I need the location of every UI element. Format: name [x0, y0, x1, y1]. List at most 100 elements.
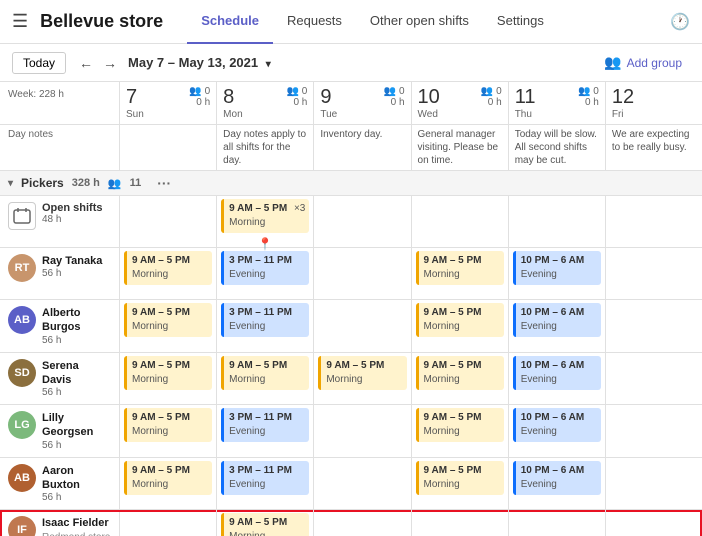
shift-block[interactable]: 3 PM – 11 PMEvening — [221, 303, 309, 337]
group-more-options[interactable]: ··· — [157, 175, 171, 191]
shift-cell-p5-d1[interactable]: 9 AM – 5 PMMorning — [217, 510, 314, 536]
shift-block[interactable]: 9 AM – 5 PMMorning — [124, 303, 212, 337]
shift-cell-p4-d0[interactable]: 9 AM – 5 PMMorning — [120, 458, 217, 510]
open-shift-cell-4[interactable] — [509, 196, 606, 247]
shift-cell-p4-d5[interactable] — [606, 458, 702, 510]
shift-cell-p3-d3[interactable]: 9 AM – 5 PMMorning — [412, 405, 509, 457]
day-number-9: 9 — [320, 86, 337, 109]
shift-cell-p2-d3[interactable]: 9 AM – 5 PMMorning — [412, 353, 509, 405]
shift-cell-p3-d0[interactable]: 9 AM – 5 PMMorning — [120, 405, 217, 457]
day-number-8: 8 — [223, 86, 242, 109]
person-name: Isaac Fielder — [42, 516, 110, 530]
shift-cell-p1-d1[interactable]: 3 PM – 11 PMEvening — [217, 300, 314, 352]
shift-cell-p5-d0[interactable] — [120, 510, 217, 536]
tab-requests[interactable]: Requests — [273, 0, 356, 44]
person-hours: 56 h — [42, 335, 111, 346]
shift-cell-p1-d0[interactable]: 9 AM – 5 PMMorning — [120, 300, 217, 352]
shift-cell-p1-d2[interactable] — [314, 300, 411, 352]
shift-block[interactable]: 9 AM – 5 PMMorning — [416, 356, 504, 390]
shift-cell-p5-d2[interactable] — [314, 510, 411, 536]
shift-cell-p0-d1[interactable]: 3 PM – 11 PMEvening — [217, 248, 314, 299]
shift-cell-p4-d1[interactable]: 3 PM – 11 PMEvening — [217, 458, 314, 510]
date-range[interactable]: May 7 – May 13, 2021 ▾ — [128, 55, 271, 70]
shift-block[interactable]: 10 PM – 6 AMEvening — [513, 356, 601, 390]
open-shift-cell-5[interactable] — [606, 196, 702, 247]
shift-cell-p4-d4[interactable]: 10 PM – 6 AMEvening — [509, 458, 606, 510]
shift-block[interactable]: 10 PM – 6 AMEvening — [513, 251, 601, 285]
open-shift-cell-2[interactable] — [314, 196, 411, 247]
avatar: IF — [8, 516, 36, 536]
shift-block[interactable]: 9 AM – 5 PMMorning — [124, 461, 212, 495]
shift-cell-p5-d4[interactable] — [509, 510, 606, 536]
shift-block[interactable]: 9 AM – 5 PMMorning — [416, 408, 504, 442]
day-col-8: 8 Mon 👥 0 0 h — [217, 82, 314, 124]
shift-cell-p5-d5[interactable] — [606, 510, 702, 536]
open-shift-cell-3[interactable] — [412, 196, 509, 247]
shift-cell-p1-d3[interactable]: 9 AM – 5 PMMorning — [412, 300, 509, 352]
hamburger-icon[interactable]: ☰ — [12, 11, 28, 32]
shift-block[interactable]: 9 AM – 5 PMMorning — [124, 408, 212, 442]
person-row-3: LGLilly Georgsen56 h9 AM – 5 PMMorning3 … — [0, 405, 702, 458]
shift-cell-p3-d4[interactable]: 10 PM – 6 AMEvening — [509, 405, 606, 457]
shift-block[interactable]: 3 PM – 11 PMEvening — [221, 408, 309, 442]
shift-time: 9 AM – 5 PM — [424, 411, 499, 425]
shift-block[interactable]: 10 PM – 6 AMEvening — [513, 408, 601, 442]
shift-cell-p4-d3[interactable]: 9 AM – 5 PMMorning — [412, 458, 509, 510]
shift-block[interactable]: 9 AM – 5 PMMorning — [416, 303, 504, 337]
shift-cell-p2-d4[interactable]: 10 PM – 6 AMEvening — [509, 353, 606, 405]
shift-block[interactable]: 9 AM – 5 PMMorning — [221, 356, 309, 390]
shift-cell-p4-d2[interactable] — [314, 458, 411, 510]
shift-cell-p0-d0[interactable]: 9 AM – 5 PMMorning — [120, 248, 217, 299]
shift-cell-p3-d1[interactable]: 3 PM – 11 PMEvening — [217, 405, 314, 457]
shift-time: 3 PM – 11 PM — [229, 254, 304, 268]
shift-block[interactable]: 9 AM – 5 PMMorning — [221, 513, 309, 536]
shift-time: 9 AM – 5 PM — [424, 254, 499, 268]
today-button[interactable]: Today — [12, 52, 66, 74]
tab-other-open-shifts[interactable]: Other open shifts — [356, 0, 483, 44]
shift-block[interactable]: 9 AM – 5 PMMorning — [124, 356, 212, 390]
shift-cell-p1-d4[interactable]: 10 PM – 6 AMEvening — [509, 300, 606, 352]
shift-cell-p3-d2[interactable] — [314, 405, 411, 457]
notes-cell-10: General manager visiting. Please be on t… — [412, 125, 509, 170]
add-group-button[interactable]: 👥 Add group — [596, 50, 690, 75]
notes-cell-12: We are expecting to be really busy. — [606, 125, 702, 170]
tab-settings[interactable]: Settings — [483, 0, 558, 44]
shift-cell-p5-d3[interactable] — [412, 510, 509, 536]
open-shift-count: ×3 — [294, 202, 305, 216]
day-name-8: Mon — [223, 109, 242, 120]
shift-cell-p1-d5[interactable] — [606, 300, 702, 352]
shift-cell-p2-d0[interactable]: 9 AM – 5 PMMorning — [120, 353, 217, 405]
clock-icon[interactable]: 🕐 — [670, 12, 690, 32]
shift-label: Morning — [326, 373, 401, 387]
shift-block[interactable]: 9 AM – 5 PMMorning — [416, 461, 504, 495]
day-number-7: 7 — [126, 86, 144, 109]
open-shift-cell-1[interactable]: ×3 9 AM – 5 PM Morning 📍 — [217, 196, 314, 247]
shift-cell-p0-d3[interactable]: 9 AM – 5 PMMorning — [412, 248, 509, 299]
shift-cell-p0-d5[interactable] — [606, 248, 702, 299]
open-shift-block-1[interactable]: ×3 9 AM – 5 PM Morning — [221, 199, 309, 233]
shift-block[interactable]: 3 PM – 11 PMEvening — [221, 251, 309, 285]
day-meta-7: 👥 0 0 h — [189, 86, 210, 108]
shift-block[interactable]: 9 AM – 5 PMMorning — [318, 356, 406, 390]
shift-cell-p2-d1[interactable]: 9 AM – 5 PMMorning — [217, 353, 314, 405]
shift-block[interactable]: 10 PM – 6 AMEvening — [513, 303, 601, 337]
prev-week-button[interactable]: ← — [74, 53, 98, 73]
shift-cell-p0-d2[interactable] — [314, 248, 411, 299]
day-col-12: 12 Fri — [606, 82, 702, 124]
expand-icon[interactable]: ▾ — [8, 178, 13, 189]
shift-block[interactable]: 10 PM – 6 AMEvening — [513, 461, 601, 495]
shift-cell-p2-d2[interactable]: 9 AM – 5 PMMorning — [314, 353, 411, 405]
shift-cell-p2-d5[interactable] — [606, 353, 702, 405]
next-week-button[interactable]: → — [98, 53, 122, 73]
person-row-5: IFIsaac FielderRedmond store8 h9 AM – 5 … — [0, 510, 702, 536]
tab-schedule[interactable]: Schedule — [187, 0, 273, 44]
shift-block[interactable]: 9 AM – 5 PMMorning — [416, 251, 504, 285]
shift-block[interactable]: 9 AM – 5 PMMorning — [124, 251, 212, 285]
open-shift-cell-0[interactable] — [120, 196, 217, 247]
shift-label: Morning — [132, 373, 207, 387]
shift-label: Evening — [521, 268, 596, 282]
shift-cell-p3-d5[interactable] — [606, 405, 702, 457]
shift-block[interactable]: 3 PM – 11 PMEvening — [221, 461, 309, 495]
shift-cell-p0-d4[interactable]: 10 PM – 6 AMEvening — [509, 248, 606, 299]
shift-time: 9 AM – 5 PM — [132, 254, 207, 268]
